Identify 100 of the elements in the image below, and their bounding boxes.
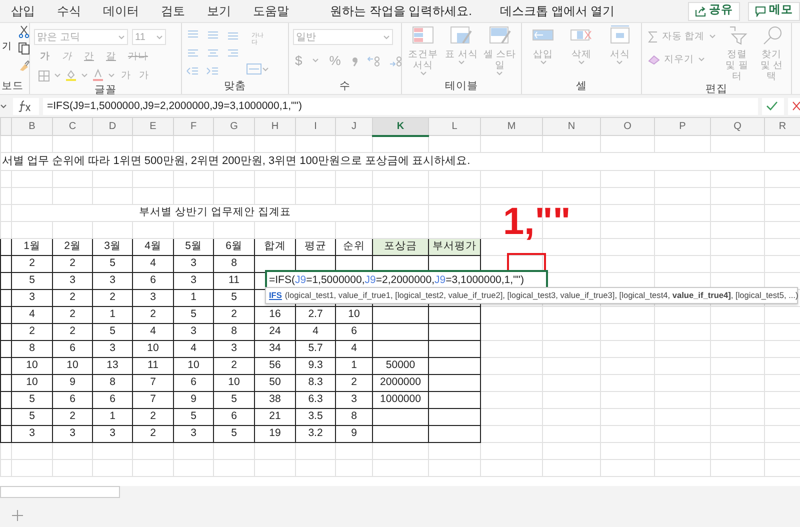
table-cell: 6 bbox=[70, 342, 76, 354]
table-cell: 6 bbox=[190, 376, 196, 388]
share-icon bbox=[695, 6, 706, 16]
table-cell: 4 bbox=[29, 308, 35, 320]
group-label: 맞춤 bbox=[223, 79, 247, 94]
formula-input[interactable]: =IFS(J9=1,5000000,J9=2,2000000,J9=3,1000000,1,"") bbox=[43, 98, 758, 114]
table-cell: 38 bbox=[269, 392, 281, 405]
table-cell: 8 bbox=[231, 256, 237, 269]
menu-tab[interactable]: 도움말 bbox=[242, 2, 300, 20]
table-cell: 4 bbox=[150, 324, 156, 337]
column-header[interactable]: M bbox=[480, 118, 542, 136]
table-cell: 1 bbox=[351, 358, 357, 371]
share-button[interactable]: 공유 bbox=[688, 2, 740, 20]
cancel-icon[interactable] bbox=[792, 100, 800, 111]
table-cell: 5 bbox=[231, 426, 237, 439]
open-desktop-link[interactable]: 데스크톱 앱에서 열기 bbox=[500, 2, 615, 20]
table-cell: 13 bbox=[106, 358, 118, 371]
column-header[interactable]: F bbox=[174, 118, 214, 136]
column-header[interactable]: O bbox=[600, 118, 654, 136]
column-header[interactable]: E bbox=[132, 118, 174, 136]
table-cell: 34 bbox=[269, 342, 281, 354]
menu-tab[interactable]: 검토 bbox=[150, 2, 196, 20]
table-cell: 5.7 bbox=[308, 342, 323, 354]
table-cell: 10 bbox=[26, 358, 38, 371]
column-heading: 합계 bbox=[264, 240, 286, 252]
group-label: 글꼴 bbox=[94, 83, 118, 98]
column-header[interactable]: C bbox=[52, 118, 92, 136]
menu-tab[interactable]: 데이터 bbox=[92, 2, 150, 20]
table-cell: 5 bbox=[231, 392, 237, 405]
column-heading: 1월 bbox=[24, 240, 40, 252]
table-cell: 3 bbox=[190, 324, 196, 337]
table-cell: 5 bbox=[190, 410, 196, 422]
column-heading: 3월 bbox=[104, 240, 121, 252]
check-icon[interactable] bbox=[766, 100, 778, 111]
table-cell: 3.2 bbox=[308, 426, 323, 439]
horizontal-scrollbar[interactable] bbox=[0, 486, 120, 498]
column-header[interactable]: H bbox=[254, 118, 296, 136]
function-icon[interactable] bbox=[17, 100, 31, 112]
table-cell: 19 bbox=[269, 426, 281, 439]
table-cell: 1 bbox=[110, 308, 116, 320]
table-cell: 2 bbox=[70, 410, 76, 422]
table-cell: 6.3 bbox=[308, 392, 323, 405]
column-header[interactable]: Q bbox=[710, 118, 764, 136]
column-heading: 평균 bbox=[304, 240, 326, 252]
column-header[interactable]: L bbox=[428, 118, 480, 136]
column-heading: 부서평가 bbox=[432, 240, 476, 252]
table-cell: 5 bbox=[231, 290, 237, 303]
table-cell: 2 bbox=[110, 290, 116, 303]
column-header[interactable]: K bbox=[372, 118, 428, 136]
table-cell: 7 bbox=[150, 376, 156, 388]
table-cell: 6 bbox=[351, 324, 357, 337]
table-cell: 3 bbox=[110, 426, 116, 439]
table-cell: 8 bbox=[231, 324, 237, 337]
column-heading: 5월 bbox=[185, 240, 202, 252]
group-label: 수 bbox=[338, 79, 352, 94]
group-label: 보드 bbox=[0, 79, 24, 94]
table-cell: 10 bbox=[147, 342, 159, 354]
table-cell: 2 bbox=[231, 358, 237, 371]
caret-icon[interactable] bbox=[0, 104, 7, 108]
table-cell: 1 bbox=[190, 290, 196, 303]
table-cell: 3 bbox=[29, 426, 35, 439]
table-cell: 3 bbox=[29, 290, 35, 303]
table-cell: 2 bbox=[150, 308, 156, 320]
add-sheet-icon[interactable] bbox=[12, 510, 23, 522]
table-cell: 2 bbox=[70, 290, 76, 303]
table-cell: 2.7 bbox=[308, 308, 323, 320]
table-cell: 8.3 bbox=[308, 376, 323, 388]
table-cell: 50 bbox=[269, 376, 281, 388]
column-header[interactable]: G bbox=[214, 118, 254, 136]
menu-tab[interactable]: 보기 bbox=[196, 2, 242, 20]
table-cell: 6 bbox=[231, 410, 237, 422]
column-header[interactable]: D bbox=[92, 118, 132, 136]
table-cell: 10 bbox=[66, 358, 78, 371]
menu-tab[interactable]: 수식 bbox=[46, 2, 92, 20]
table-cell: 10 bbox=[348, 308, 360, 320]
table-cell: 11 bbox=[228, 274, 240, 286]
instruction-text: 서별 업무 순위에 따라 1위면 500만원, 2위면 200만원, 3위면 100만원으로 포상금에 표시하세요. bbox=[1, 155, 470, 167]
column-heading: 2월 bbox=[64, 240, 81, 252]
format-cells-icon bbox=[608, 25, 632, 45]
column-header[interactable]: I bbox=[296, 118, 336, 136]
table-cell: 50000 bbox=[386, 358, 416, 371]
table-cell: 24 bbox=[269, 324, 281, 337]
table-cell: 2000000 bbox=[380, 376, 421, 388]
column-header[interactable]: P bbox=[654, 118, 710, 136]
search-hint[interactable]: 원하는 작업을 입력하세요. bbox=[330, 2, 472, 20]
comments-button[interactable]: 메모 bbox=[748, 2, 800, 20]
column-header[interactable]: N bbox=[542, 118, 600, 136]
table-cell: 2 bbox=[150, 426, 156, 439]
menu-tab[interactable]: 삽입 bbox=[0, 2, 46, 20]
table-cell: 9.3 bbox=[308, 358, 323, 371]
group-label: 편집 bbox=[704, 82, 728, 97]
table-cell: 3 bbox=[190, 256, 196, 269]
conditional-format-icon bbox=[411, 25, 436, 45]
column-header[interactable]: J bbox=[336, 118, 372, 136]
table-cell: 21 bbox=[269, 410, 281, 422]
table-cell: 2 bbox=[70, 324, 76, 337]
table-cell: 10 bbox=[26, 376, 38, 388]
column-header[interactable]: R bbox=[764, 118, 800, 136]
column-header[interactable]: B bbox=[12, 118, 52, 136]
table-cell: 4 bbox=[312, 324, 318, 337]
